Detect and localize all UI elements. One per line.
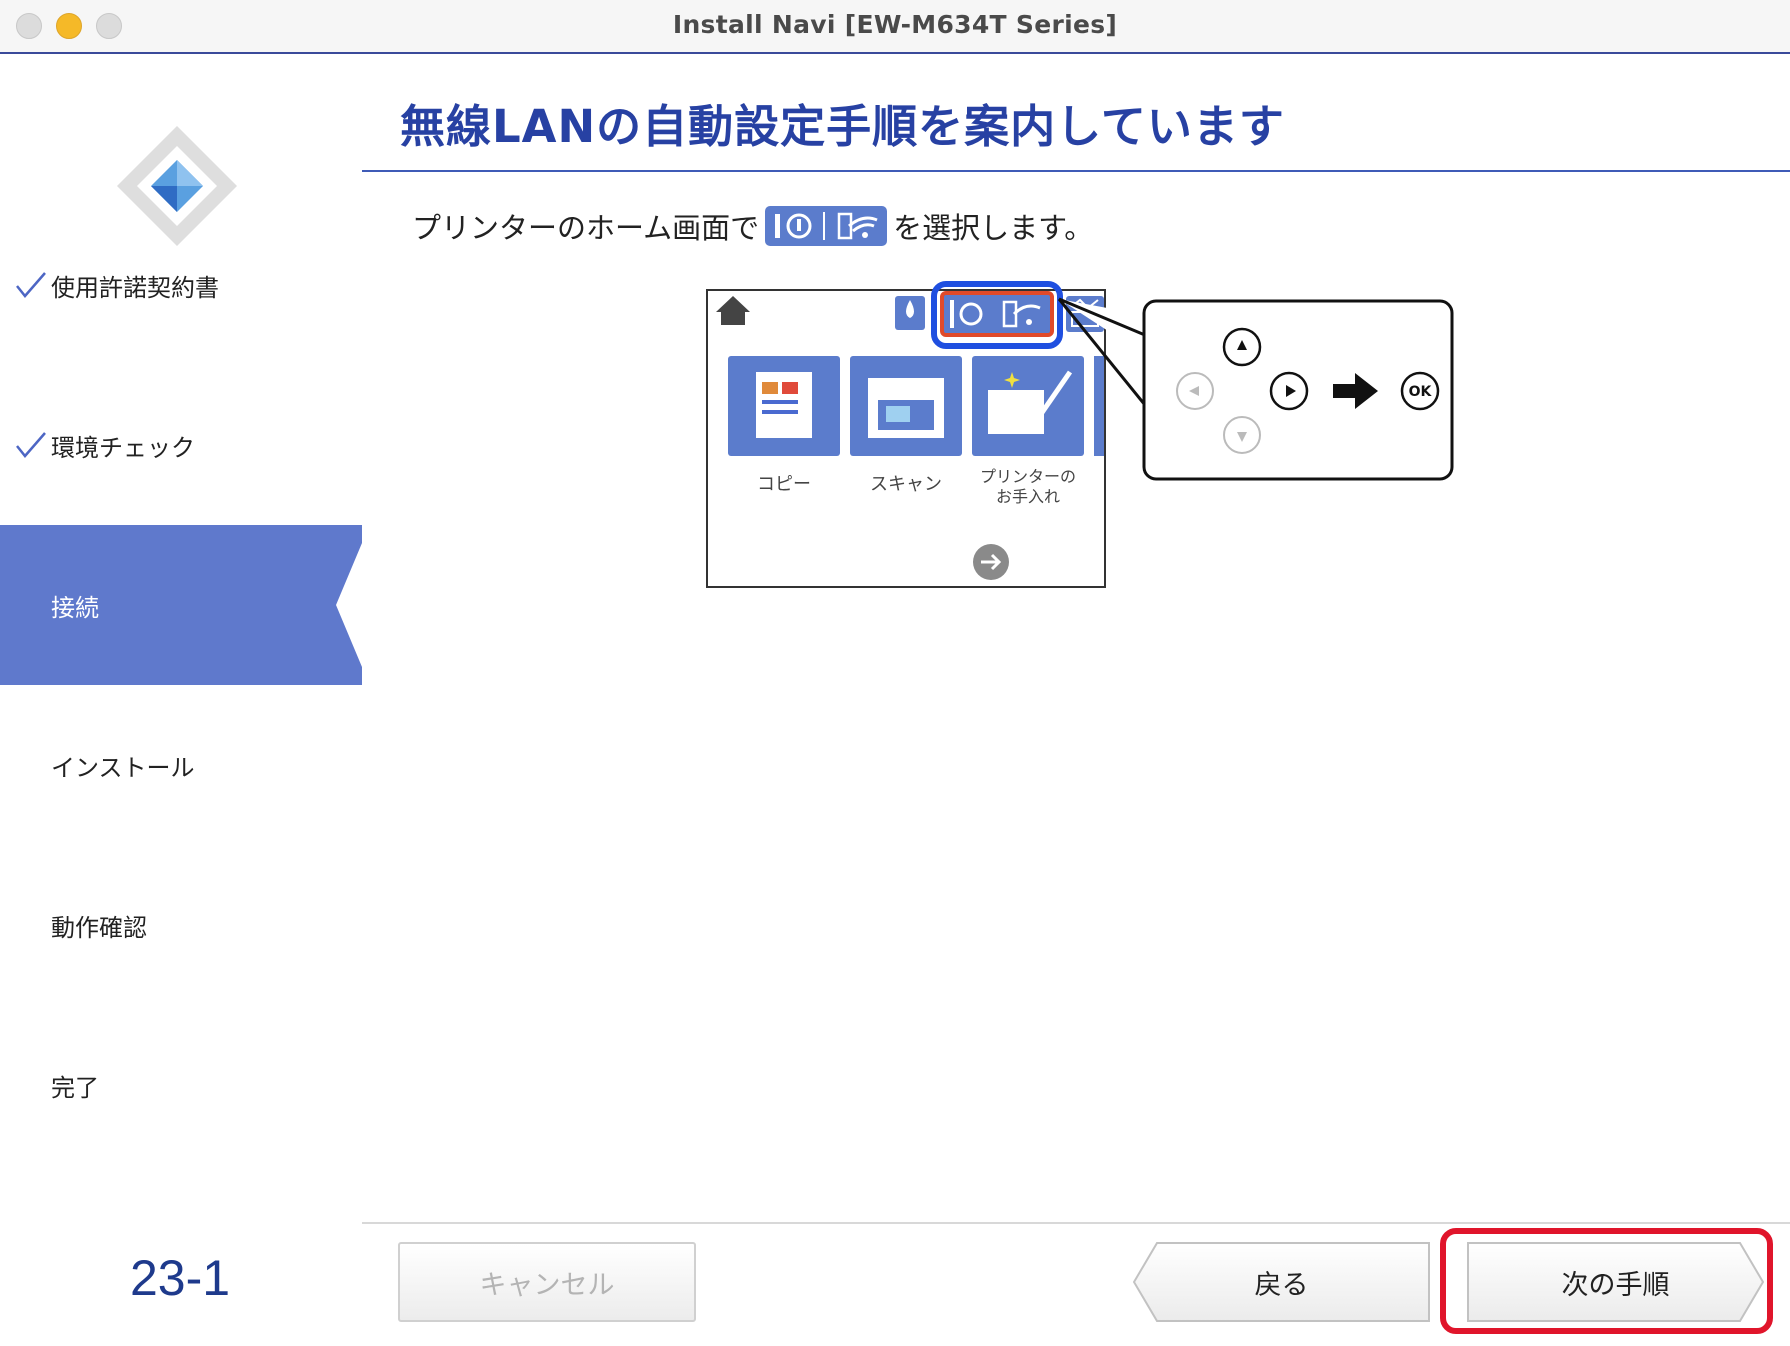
copy-tile [728, 356, 840, 456]
up-button-icon [1222, 327, 1262, 367]
window-title: Install Navi [EW-M634T Series] [672, 10, 1118, 39]
sidebar-step-connection: 接続 [0, 525, 362, 685]
sidebar-step-label: 完了 [51, 1073, 99, 1102]
sidebar-step-finish: 完了 [0, 1005, 362, 1165]
sidebar-step-install: インストール [0, 685, 362, 845]
sidebar-step-operation-check: 動作確認 [0, 845, 362, 1005]
sidebar-step-label: インストール [51, 753, 195, 782]
page-number: 23-1 [130, 1250, 231, 1306]
instruction-text-after: を選択します。 [893, 211, 1094, 245]
sidebar-step-environment-check: 環境チェック [0, 365, 362, 525]
back-button[interactable]: 戻る [1133, 1242, 1430, 1322]
tile-label-maintenance: お手入れ [996, 487, 1060, 506]
back-button-label: 戻る [1254, 1269, 1309, 1301]
sidebar-step-label: 動作確認 [51, 913, 147, 942]
cancel-button[interactable]: キャンセル [398, 1242, 696, 1322]
tile-label-scan: スキャン [870, 474, 942, 495]
right-button-icon [1269, 371, 1309, 411]
control-panel-callout: OK [1057, 297, 1454, 481]
tile-label-copy: コピー [757, 474, 811, 495]
check-icon [16, 272, 46, 298]
cancel-button-label: キャンセル [479, 1269, 615, 1301]
next-step-button-label: 次の手順 [1561, 1269, 1670, 1301]
ok-button-label: OK [1409, 384, 1433, 400]
instruction-text: プリンターのホーム画面で を選択します。 [412, 205, 1093, 247]
page-title: 無線LANの自動設定手順を案内しています [400, 100, 1285, 153]
printer-home-screen-illustration: コピー スキャン プリンターの お手入れ [706, 281, 1106, 588]
sidebar-step-label: 使用許諾契約書 [51, 273, 219, 302]
sidebar: 使用許諾契約書 環境チェック 接続 インストール 動作確認 完了 23-1 [0, 54, 362, 1346]
ok-button-icon: OK [1400, 371, 1440, 411]
wifi-setup-icon [765, 206, 888, 246]
instruction-text-before: プリンターのホーム画面で [412, 211, 760, 245]
window-titlebar: Install Navi [EW-M634T Series] [0, 0, 1790, 54]
down-button-icon [1223, 416, 1261, 454]
sidebar-step-label: 接続 [51, 593, 99, 622]
scan-tile [850, 356, 962, 456]
check-icon [16, 432, 46, 458]
title-divider [362, 170, 1790, 172]
footer-divider [362, 1222, 1790, 1224]
next-page-arrow-icon [973, 544, 1009, 580]
ink-icon [895, 296, 925, 330]
sidebar-step-label: 環境チェック [51, 433, 195, 462]
left-button-icon [1176, 372, 1214, 410]
sidebar-step-license: 使用許諾契約書 [0, 205, 362, 365]
